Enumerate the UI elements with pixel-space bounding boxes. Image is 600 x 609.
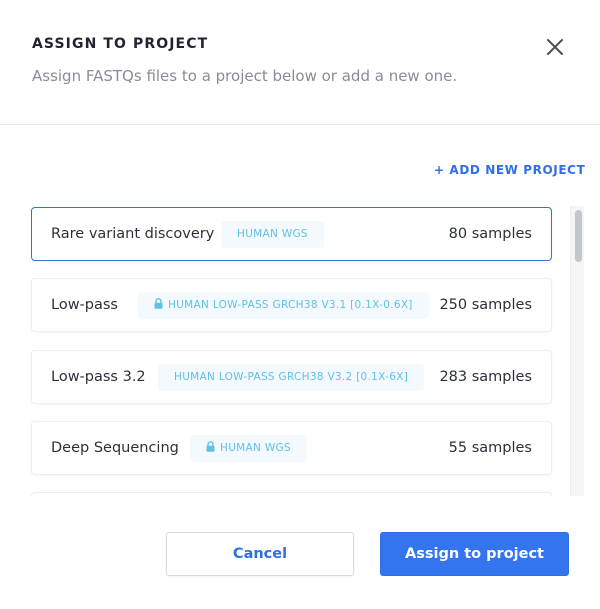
dialog-title: ASSIGN TO PROJECT bbox=[32, 36, 209, 52]
project-tag-label: HUMAN WGS bbox=[220, 442, 291, 454]
lock-icon bbox=[154, 298, 163, 309]
project-tag: HUMAN LOW-PASS GRCH38 V3.1 [0.1X-0.6X] bbox=[138, 292, 429, 319]
dialog-subtitle: Assign FASTQs files to a project below o… bbox=[32, 67, 458, 85]
lock-icon bbox=[206, 441, 215, 452]
project-tag: HUMAN WGS bbox=[221, 221, 324, 248]
project-row[interactable]: Rare variant discovery HUMAN WGS 80 samp… bbox=[31, 207, 552, 261]
project-name: Deep Sequencing bbox=[51, 440, 179, 456]
close-icon[interactable] bbox=[543, 35, 567, 59]
project-tag-label: HUMAN LOW-PASS GRCH38 V3.2 [0.1X-6X] bbox=[174, 371, 409, 383]
cancel-button[interactable]: Cancel bbox=[166, 532, 354, 576]
project-tag-label: HUMAN LOW-PASS GRCH38 V3.1 [0.1X-0.6X] bbox=[168, 299, 413, 311]
list-scrollbar[interactable] bbox=[570, 206, 584, 496]
project-name: Low-pass bbox=[51, 297, 118, 313]
dialog-header: ASSIGN TO PROJECT Assign FASTQs files to… bbox=[0, 0, 600, 125]
project-row[interactable]: Deep Sequencing HUMAN WGS 55 samples bbox=[31, 421, 552, 475]
project-sample-count: 283 samples bbox=[439, 369, 532, 385]
add-new-project-link[interactable]: + ADD NEW PROJECT bbox=[434, 163, 585, 177]
project-row[interactable]: Low-pass HUMAN LOW-PASS GRCH38 V3.1 [0.1… bbox=[31, 278, 552, 332]
project-name: Rare variant discovery bbox=[51, 226, 215, 242]
project-tag: HUMAN WGS bbox=[190, 435, 307, 462]
project-name: Low-pass 3.2 bbox=[51, 369, 146, 385]
project-tag-label: HUMAN WGS bbox=[237, 228, 308, 240]
scrollbar-thumb[interactable] bbox=[575, 210, 582, 262]
assign-to-project-button[interactable]: Assign to project bbox=[380, 532, 569, 576]
project-sample-count: 250 samples bbox=[439, 297, 532, 313]
project-sample-count: 80 samples bbox=[448, 226, 532, 242]
project-row[interactable]: Low-pass 3.2 HUMAN LOW-PASS GRCH38 V3.2 … bbox=[31, 350, 552, 404]
project-sample-count: 55 samples bbox=[448, 440, 532, 456]
project-row[interactable] bbox=[31, 492, 552, 496]
project-list: Rare variant discovery HUMAN WGS 80 samp… bbox=[0, 200, 600, 496]
assign-to-project-dialog: ASSIGN TO PROJECT Assign FASTQs files to… bbox=[0, 0, 600, 609]
project-tag: HUMAN LOW-PASS GRCH38 V3.2 [0.1X-6X] bbox=[158, 364, 425, 391]
